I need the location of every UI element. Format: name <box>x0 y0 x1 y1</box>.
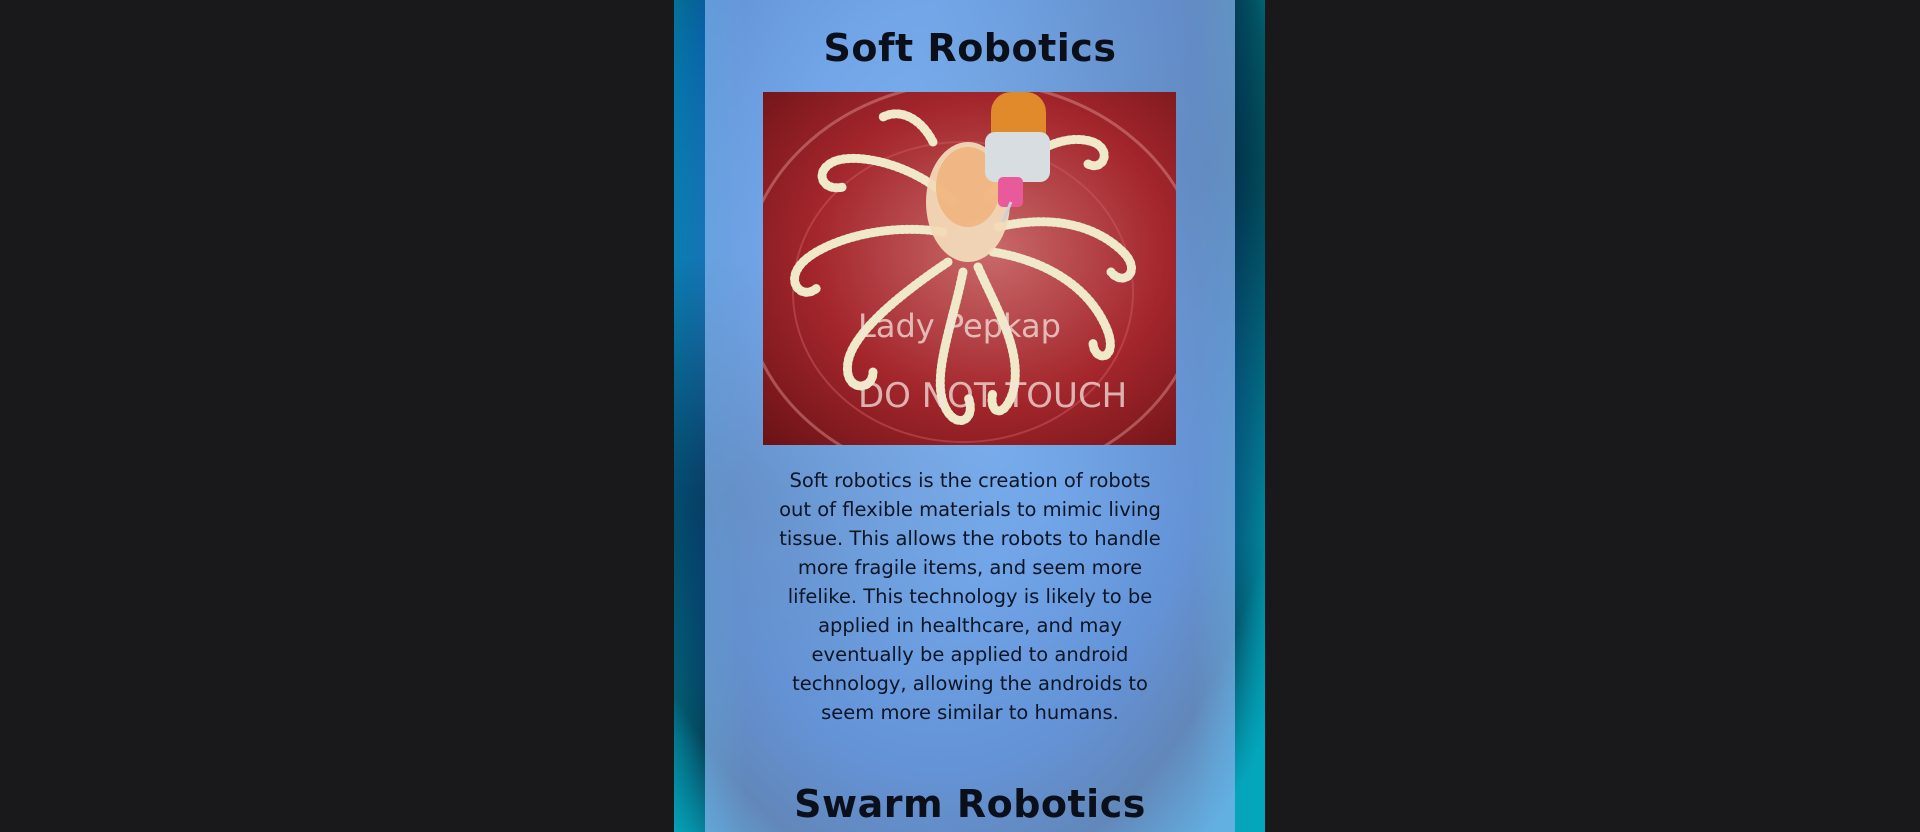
dish-label-text-2: DO NOT TOUCH <box>858 376 1127 416</box>
octopus-illustration: Lady Pepkap DO NOT TOUCH <box>763 92 1176 445</box>
page-background: Soft Robotics Lady Pepkap DO NOT TOUCH S… <box>674 0 1265 832</box>
soft-robotics-description: Soft robotics is the creation of robots … <box>779 469 1161 724</box>
soft-robotics-heading: Soft Robotics <box>823 26 1117 70</box>
soft-robot-octopus-image: Lady Pepkap DO NOT TOUCH <box>763 92 1176 445</box>
swarm-robotics-heading: Swarm Robotics <box>794 782 1146 826</box>
dish-label-text-1: Lady Pepkap <box>858 307 1061 345</box>
content-column: Soft Robotics Lady Pepkap DO NOT TOUCH S… <box>705 0 1235 832</box>
